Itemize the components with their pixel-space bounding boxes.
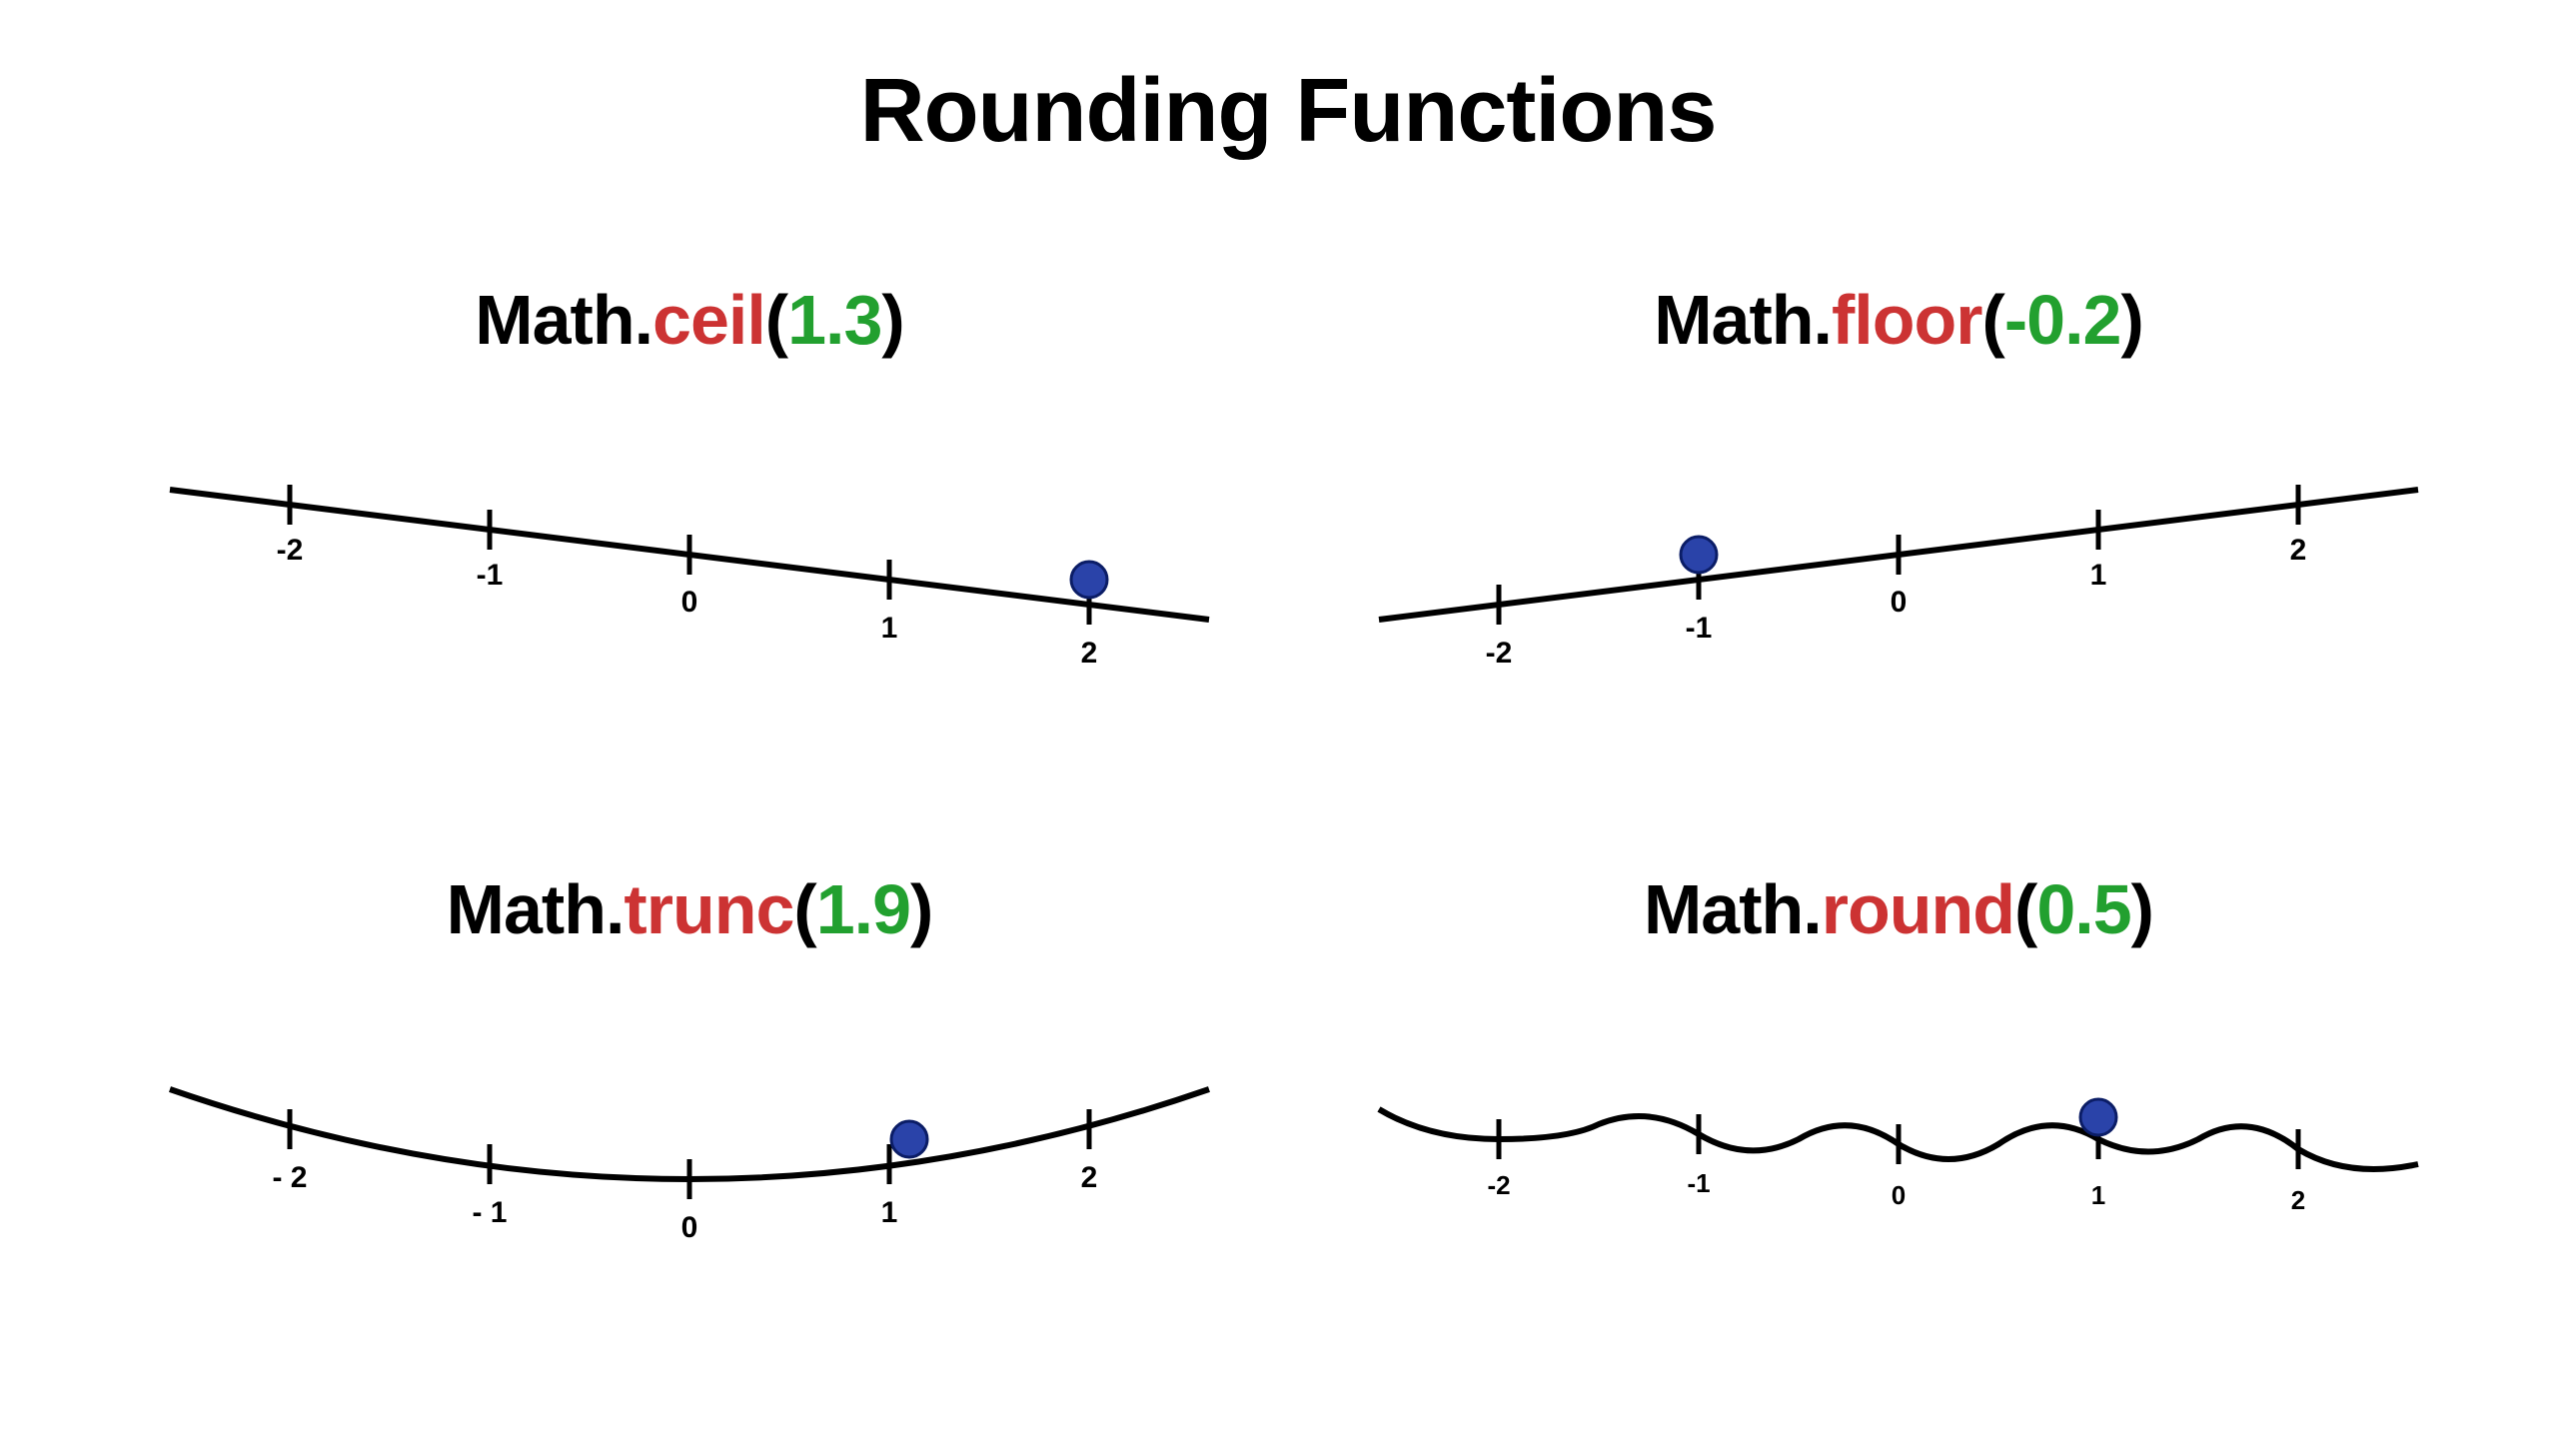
tick-label: 1 bbox=[881, 612, 898, 645]
tick-label: 1 bbox=[2090, 559, 2107, 592]
fn-arg: -0.2 bbox=[2004, 281, 2121, 359]
tick-label: -1 bbox=[477, 559, 504, 592]
paren-open: ( bbox=[1982, 281, 2004, 359]
fn-name: round bbox=[1822, 870, 2014, 948]
paren-open: ( bbox=[2014, 870, 2036, 948]
panel-round: Math.round(0.5) -2 -1 0 1 2 bbox=[1299, 869, 2498, 1289]
point-marker bbox=[1681, 537, 1717, 573]
subtitle-floor: Math.floor(-0.2) bbox=[1299, 280, 2498, 360]
chart-grid: Math.ceil(1.3) -2 -1 0 1 2 Math.floor(-0… bbox=[0, 280, 2576, 1379]
tick-label: -2 bbox=[277, 534, 304, 567]
fn-prefix: Math. bbox=[475, 281, 652, 359]
fn-name: trunc bbox=[624, 870, 793, 948]
page: Rounding Functions Math.ceil(1.3) -2 -1 … bbox=[0, 0, 2576, 1449]
point-marker bbox=[891, 1121, 927, 1157]
numberline-round: -2 -1 0 1 2 bbox=[1349, 1009, 2448, 1289]
tick-label: -1 bbox=[1686, 612, 1713, 645]
tick-label: -2 bbox=[1487, 1170, 1510, 1200]
tick-label: 0 bbox=[681, 1211, 698, 1244]
tick-label: 2 bbox=[1081, 1161, 1098, 1194]
tick-label: 1 bbox=[881, 1196, 898, 1229]
paren-close: ) bbox=[2131, 870, 2153, 948]
fn-arg: 1.3 bbox=[787, 281, 881, 359]
tick-label: 0 bbox=[681, 586, 698, 619]
fn-prefix: Math. bbox=[1654, 281, 1832, 359]
tick-label: 1 bbox=[2091, 1180, 2105, 1210]
tick-label: 2 bbox=[2290, 534, 2307, 567]
tick-label: - 2 bbox=[272, 1161, 307, 1194]
paren-close: ) bbox=[910, 870, 932, 948]
panel-floor: Math.floor(-0.2) -2 -1 0 1 2 bbox=[1299, 280, 2498, 700]
tick-label: 2 bbox=[2291, 1185, 2305, 1215]
page-title: Rounding Functions bbox=[0, 60, 2576, 163]
numberline-trunc: - 2 - 1 0 1 2 bbox=[140, 1009, 1239, 1289]
fn-name: floor bbox=[1832, 281, 1982, 359]
point-marker bbox=[1071, 562, 1107, 598]
panel-trunc: Math.trunc(1.9) - 2 - 1 0 1 2 bbox=[90, 869, 1289, 1289]
fn-prefix: Math. bbox=[447, 870, 625, 948]
fn-arg: 0.5 bbox=[2036, 870, 2130, 948]
paren-open: ( bbox=[765, 281, 787, 359]
subtitle-ceil: Math.ceil(1.3) bbox=[90, 280, 1289, 360]
tick-label: 0 bbox=[1892, 1180, 1906, 1210]
panel-ceil: Math.ceil(1.3) -2 -1 0 1 2 bbox=[90, 280, 1289, 700]
tick-label: -2 bbox=[1486, 637, 1513, 670]
tick-label: - 1 bbox=[472, 1196, 507, 1229]
tick-label: 0 bbox=[1891, 586, 1908, 619]
paren-close: ) bbox=[881, 281, 903, 359]
fn-prefix: Math. bbox=[1644, 870, 1822, 948]
paren-close: ) bbox=[2120, 281, 2142, 359]
tick-label: -1 bbox=[1687, 1168, 1710, 1198]
paren-open: ( bbox=[793, 870, 815, 948]
fn-name: ceil bbox=[652, 281, 765, 359]
fn-arg: 1.9 bbox=[816, 870, 910, 948]
subtitle-trunc: Math.trunc(1.9) bbox=[90, 869, 1289, 949]
tick-label: 2 bbox=[1081, 637, 1098, 670]
subtitle-round: Math.round(0.5) bbox=[1299, 869, 2498, 949]
point-marker bbox=[2080, 1099, 2116, 1135]
numberline-floor: -2 -1 0 1 2 bbox=[1349, 420, 2448, 700]
numberline-ceil: -2 -1 0 1 2 bbox=[140, 420, 1239, 700]
